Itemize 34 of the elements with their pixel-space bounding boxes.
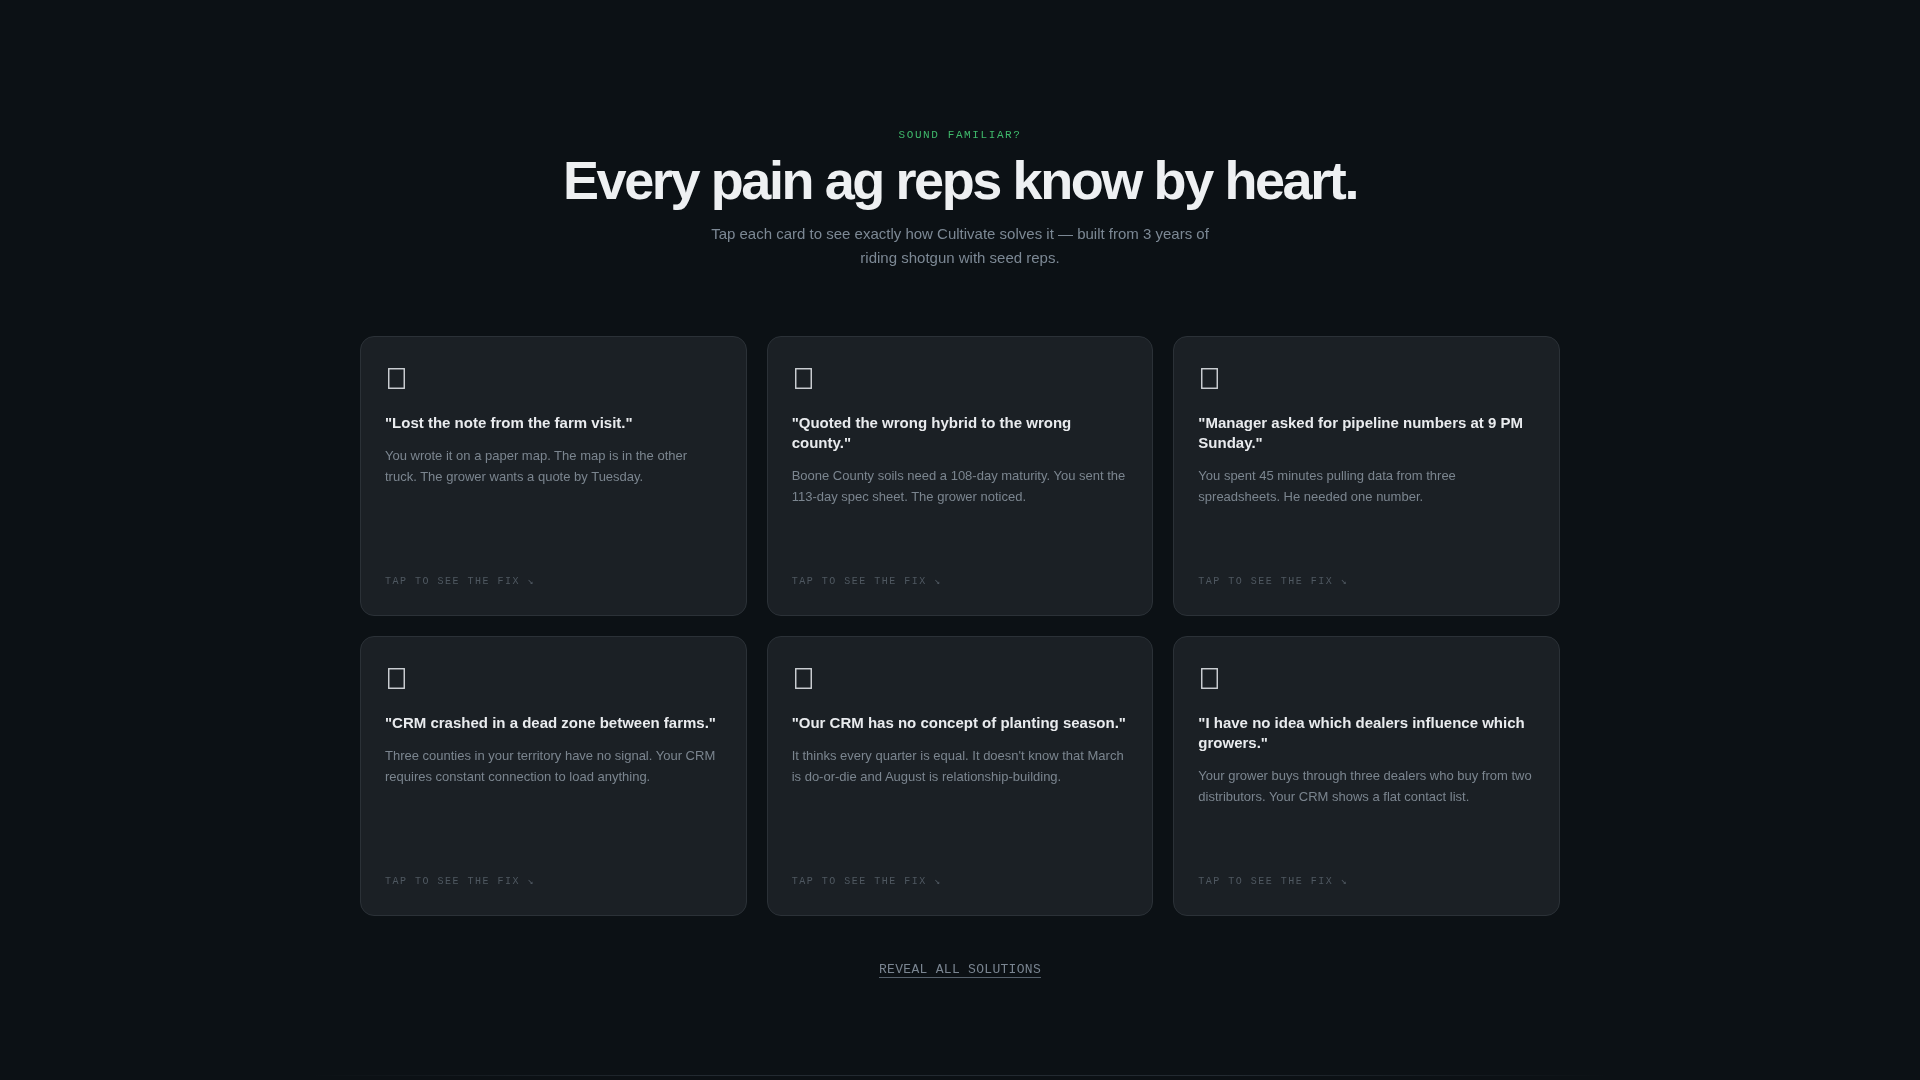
card-hint: TAP TO SEE THE FIX ↘ — [385, 575, 536, 590]
section-heading: Every pain ag reps know by heart. — [562, 151, 1358, 211]
card-title: "Manager asked for pipeline numbers at 9 PM Sunday." — [1198, 413, 1525, 454]
problem-card[interactable]: "CRM crashed in a dead zone between farms." Three counties in your territory have no signal. Your CRM requires constant connection to load anything. TAP TO SEE THE FIX ↘ — [360, 636, 747, 917]
card-hint: TAP TO SEE THE FIX ↘ — [791, 575, 942, 590]
card-title: "CRM crashed in a dead zone between farms." — [385, 713, 717, 734]
problem-card[interactable]: "I have no idea which dealers influence which growers." Your grower buys through three dealers who buy from two distributors. Your CRM shows a flat contact list. TAP TO SEE THE FIX ↘ — [1173, 636, 1560, 917]
section-subheading: Tap each card to see exactly how Cultivate solves it — built from 3 years of riding shotgun with seed reps. — [710, 224, 1210, 269]
card-description: Your grower buys through three dealers who buy from two distributors. Your CRM shows a flat contact list. — [1198, 767, 1533, 807]
eyebrow-label: SOUND FAMILIAR? — [898, 128, 1022, 143]
card-description: Three counties in your territory have no signal. Your CRM requires constant connection to load anything. — [385, 747, 717, 787]
problem-card[interactable]: "Quoted the wrong hybrid to the wrong county." Boone County soils need a 108-day maturity. You sent the 113-day spec sheet. The grower noticed. TAP TO SEE THE FIX ↘ — [766, 336, 1154, 617]
problem-card[interactable]: "Our CRM has no concept of planting season." It thinks every quarter is equal. It doesn't know that March is do-or-die and August is relationship-building. TAP TO SEE THE FIX ↘ — [766, 636, 1154, 917]
card-hint: TAP TO SEE THE FIX ↘ — [385, 875, 536, 890]
card-title: "I have no idea which dealers influence which growers." — [1198, 713, 1526, 754]
card-description: You spent 45 minutes pulling data from three spreadsheets. He needed one number. — [1198, 467, 1457, 507]
card-title: "Quoted the wrong hybrid to the wrong county." — [791, 413, 1073, 454]
card-description: Boone County soils need a 108-day maturity. You sent the 113-day spec sheet. The grower noticed. — [791, 467, 1127, 507]
card-description: It thinks every quarter is equal. It doesn't know that March is do-or-die and August is relationship-building. — [791, 747, 1125, 787]
missing-glyph-icon — [1201, 668, 1219, 690]
missing-glyph-icon — [794, 368, 812, 390]
card-hint: TAP TO SEE THE FIX ↘ — [1198, 875, 1349, 890]
missing-glyph-icon — [1201, 368, 1219, 390]
card-title: "Our CRM has no concept of planting season." — [791, 713, 1127, 734]
card-hint: TAP TO SEE THE FIX ↘ — [791, 875, 942, 890]
missing-glyph-icon — [388, 668, 405, 690]
missing-glyph-icon — [794, 668, 812, 690]
problem-card[interactable]: "Manager asked for pipeline numbers at 9 PM Sunday." You spent 45 minutes pulling data from three spreadsheets. He needed one number. TAP TO SEE THE FIX ↘ — [1173, 336, 1560, 617]
card-description: You wrote it on a paper map. The map is in the other truck. The grower wants a quote by Tuesday. — [385, 447, 689, 487]
reveal-all-link[interactable]: REVEAL ALL SOLUTIONS — [879, 961, 1041, 980]
card-hint: TAP TO SEE THE FIX ↘ — [1198, 575, 1349, 590]
missing-glyph-icon — [388, 368, 405, 390]
card-title: "Lost the note from the farm visit." — [385, 413, 634, 434]
problem-card[interactable]: "Lost the note from the farm visit." You wrote it on a paper map. The map is in the other truck. The grower wants a quote by Tuesday. TAP TO SEE THE FIX ↘ — [360, 336, 747, 617]
